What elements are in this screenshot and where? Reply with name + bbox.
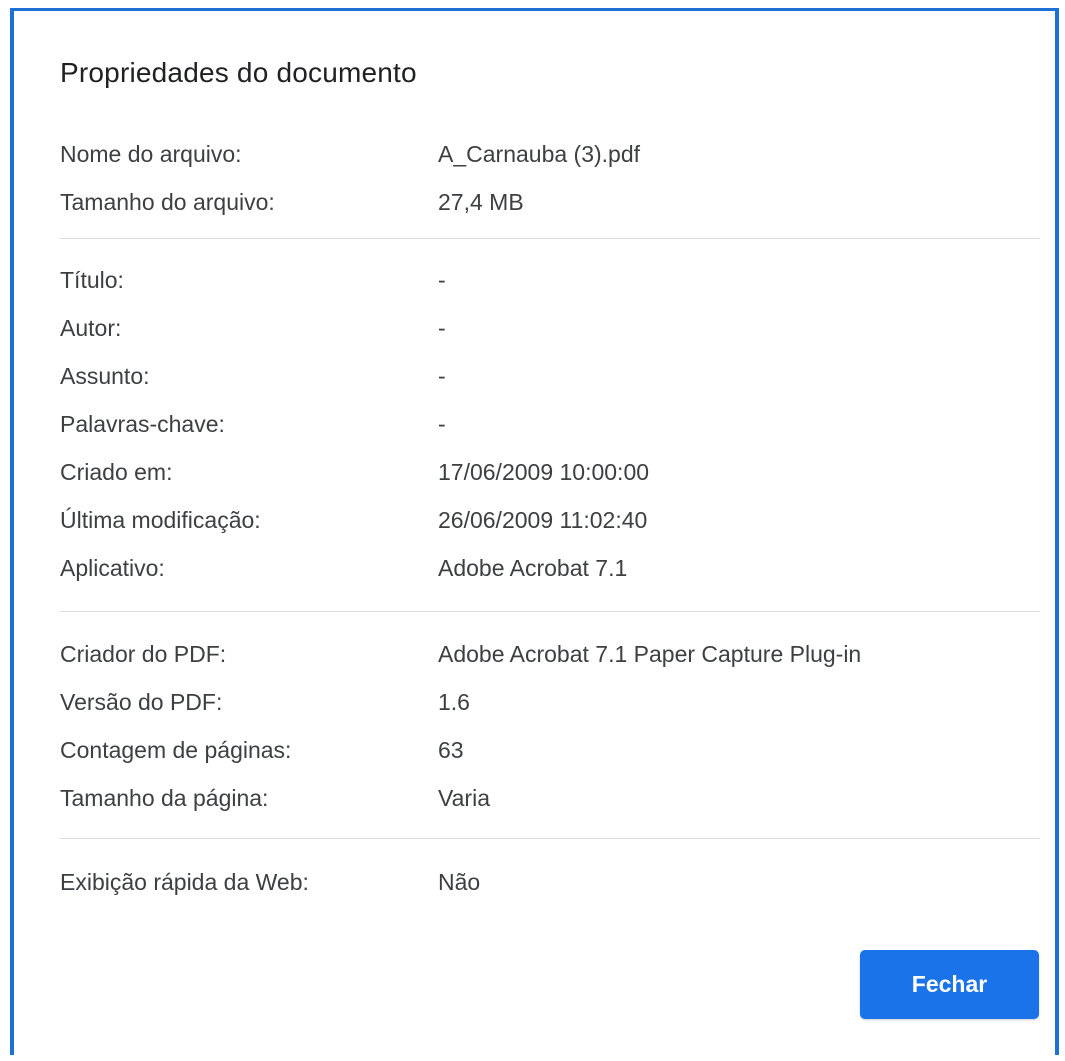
section-divider [60,838,1040,839]
property-label: Palavras-chave: [60,411,225,437]
document-properties-dialog: Propriedades do documento Nome do arquiv… [10,8,1059,1055]
property-label: Autor: [60,315,122,341]
property-value: Adobe Acrobat 7.1 Paper Capture Plug-in [438,641,862,667]
property-value: Varia [438,785,490,811]
property-label: Tamanho da página: [60,785,269,811]
property-value: - [438,315,446,341]
section-divider [60,611,1040,612]
property-label: Nome do arquivo: [60,141,242,167]
property-label: Última modificação: [60,507,261,533]
dialog-title: Propriedades do documento [60,57,417,88]
section-divider [60,238,1040,239]
property-label: Tamanho do arquivo: [60,189,275,215]
property-value: 17/06/2009 10:00:00 [438,459,650,485]
property-label: Criador do PDF: [60,641,227,667]
property-label: Aplicativo: [60,555,165,581]
property-value: 27,4 MB [438,189,524,215]
property-label: Título: [60,267,124,293]
property-value: A_Carnauba (3).pdf [438,141,641,167]
property-value: - [438,363,446,389]
property-value: 63 [438,737,464,763]
property-label: Assunto: [60,363,150,389]
property-value: 1.6 [438,689,470,715]
property-value: Adobe Acrobat 7.1 [438,555,628,581]
property-label: Exibição rápida da Web: [60,869,309,895]
property-value: 26/06/2009 11:02:40 [438,507,648,533]
property-label: Criado em: [60,459,173,485]
property-label: Contagem de páginas: [60,737,292,763]
close-button[interactable]: Fechar [860,950,1039,1019]
property-value: - [438,267,446,293]
property-value: Não [438,869,481,895]
property-value: - [438,411,446,437]
property-label: Versão do PDF: [60,689,223,715]
